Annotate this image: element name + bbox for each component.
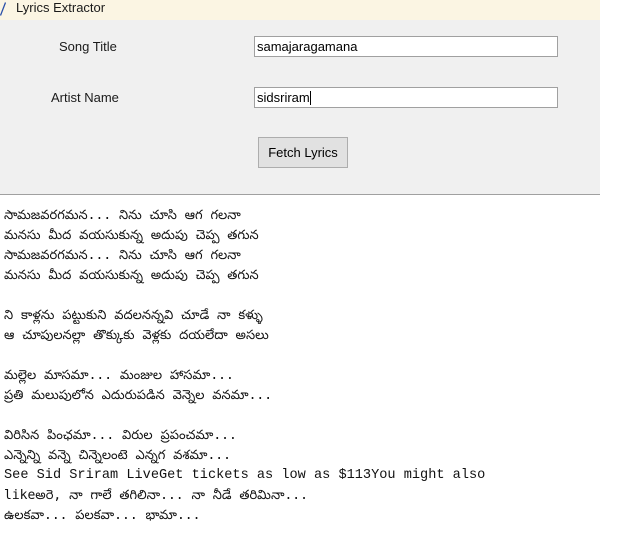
lyrics-line: మల్లెల మాసమా... మంజుల హాసమా... <box>4 368 234 383</box>
lyrics-line: ఉలకవా... పలకవా... భామా... <box>4 508 201 523</box>
window-title: Lyrics Extractor <box>16 0 106 15</box>
text-caret <box>309 90 311 105</box>
artist-name-input[interactable]: sidsriram <box>254 87 558 108</box>
lyrics-line: See Sid Sriram LiveGet tickets as low as… <box>4 468 486 483</box>
lyrics-line: likeఅరె, నా గాలే తగిలినా... నా నీడే తరిమ… <box>4 488 308 503</box>
artist-name-label: Artist Name <box>51 90 119 105</box>
desktop-background <box>600 0 644 543</box>
lyrics-line: ఎన్నెన్ని వన్నె చిన్నెలంటె ఎన్నగ వశమా... <box>4 448 231 463</box>
lyrics-line: మనసు మీద వయసుకున్న అదుపు చెప్ప తగున <box>4 268 259 283</box>
lyrics-line: మనసు మీద వయసుకున్న అదుపు చెప్ప తగున <box>4 228 259 243</box>
lyrics-text-area[interactable]: సామజవరగమన... నిను చూసి ఆగ గలనా మనసు మీద వ… <box>0 194 600 543</box>
lyrics-blank-line <box>4 406 600 426</box>
lyrics-line: విరిసిన పింఛమా... విరుల ప్రపంచమా... <box>4 428 237 443</box>
lyrics-blank-line <box>4 346 600 366</box>
feather-icon <box>0 2 6 16</box>
lyrics-line: సామజవరగమన... నిను చూసి ఆగ గలనా <box>4 248 241 263</box>
song-title-input[interactable]: samajaragamana <box>254 36 558 57</box>
title-bar: Lyrics Extractor <box>0 0 600 20</box>
lyrics-blank-line <box>4 286 600 306</box>
lyrics-line: ఆ చూపులనల్లా తొక్కుకు వెళ్లకు దయలేదా అసల… <box>4 328 269 343</box>
artist-name-value: sidsriram <box>257 90 310 105</box>
song-title-value: samajaragamana <box>257 39 358 54</box>
lyrics-line: ని కాళ్లను పట్టుకుని వదలనన్నవి చూడే నా క… <box>4 308 263 323</box>
lyrics-line: ప్రతి మలుపులోన ఎదురుపడిన వెన్నెల వనమా... <box>4 388 273 403</box>
song-title-label: Song Title <box>59 39 117 54</box>
fetch-lyrics-button[interactable]: Fetch Lyrics <box>258 137 348 168</box>
lyrics-line: సామజవరగమన... నిను చూసి ఆగ గలనా <box>4 208 241 223</box>
